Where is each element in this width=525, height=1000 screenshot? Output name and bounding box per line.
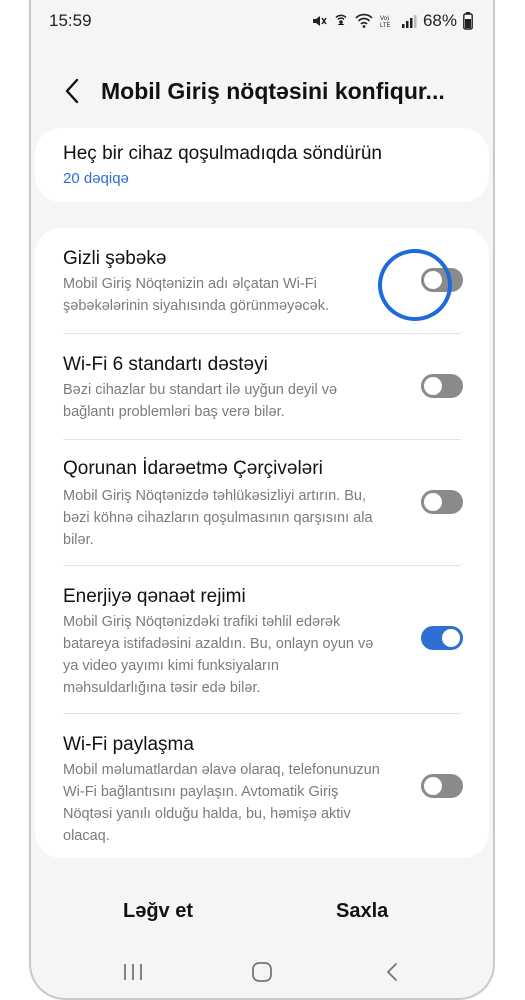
wifi-icon <box>355 12 373 30</box>
toggle-knob <box>424 777 442 795</box>
timeout-setting[interactable]: Heç bir cihaz qoşulmadıqda söndürün 20 d… <box>35 128 489 202</box>
setting-desc: Mobil Giriş Nöqtənizdəki trafiki təhlil … <box>63 614 374 696</box>
save-button[interactable]: Saxla <box>336 900 388 923</box>
recent-apps-button[interactable] <box>119 958 147 986</box>
back-button[interactable] <box>57 76 87 106</box>
setting-hidden-network[interactable]: Gizli şəbəkə Mobil Giriş Nöqtənizin adı … <box>35 228 489 332</box>
toggle-knob <box>424 377 442 395</box>
home-button[interactable] <box>248 958 276 986</box>
setting-protected-frames[interactable]: Qorunan İdarəetmə Çərçivələri Mobil Giri… <box>35 440 489 566</box>
setting-desc: Mobil Giriş Nöqtənizin adı əlçatan Wi-Fi… <box>63 276 329 314</box>
hidden-network-toggle[interactable] <box>421 268 463 292</box>
nav-back-icon <box>386 963 397 981</box>
volte-icon: Vo) LTE <box>379 12 395 30</box>
status-icons: Vo) LTE 68% <box>311 11 473 31</box>
mute-icon <box>311 12 327 30</box>
bottom-actions: Ləğv et Saxla <box>31 890 493 938</box>
home-icon <box>252 962 272 982</box>
svg-text:LTE: LTE <box>380 23 391 29</box>
cancel-button[interactable]: Ləğv et <box>123 900 193 923</box>
wifi6-toggle[interactable] <box>421 374 463 398</box>
status-bar: 15:59 Vo) LTE 68% <box>31 0 493 44</box>
setting-wifi6[interactable]: Wi-Fi 6 standartı dəstəyi Bəzi cihazlar … <box>35 334 489 438</box>
nav-back-button[interactable] <box>378 958 406 986</box>
setting-title: Wi-Fi 6 standartı dəstəyi <box>63 354 268 375</box>
battery-text: 68% <box>422 11 457 30</box>
power-saving-toggle[interactable] <box>421 626 463 650</box>
timeout-title: Heç bir cihaz qoşulmadıqda söndürün <box>63 143 382 164</box>
setting-desc: Mobil Giriş Nöqtənizdə təhlükəsizliyi ar… <box>63 488 373 548</box>
battery-icon <box>463 12 473 30</box>
header: Mobil Giriş nöqtəsini konfiqur... <box>31 66 493 116</box>
setting-title: Gizli şəbəkə <box>63 248 167 269</box>
svg-text:Vo): Vo) <box>380 16 389 22</box>
toggle-knob <box>424 271 442 289</box>
page-title: Mobil Giriş nöqtəsini konfiqur... <box>101 78 445 104</box>
phone-frame: 15:59 Vo) LTE 68% Mobil Giriş nöqtəsini … <box>29 0 495 1000</box>
toggle-knob <box>442 629 460 647</box>
protected-frames-toggle[interactable] <box>421 490 463 514</box>
signal-icon <box>401 12 417 30</box>
setting-title: Enerjiyə qənaət rejimi <box>63 586 246 607</box>
setting-desc: Bəzi cihazlar bu standart ilə uyğun deyi… <box>63 382 338 420</box>
setting-title: Qorunan İdarəetmə Çərçivələri <box>63 458 323 479</box>
recent-apps-icon <box>124 964 142 980</box>
timeout-value: 20 dəqiqə <box>63 170 129 187</box>
setting-title: Wi-Fi paylaşma <box>63 734 194 755</box>
settings-card: Gizli şəbəkə Mobil Giriş Nöqtənizin adı … <box>35 228 489 858</box>
setting-power-saving[interactable]: Enerjiyə qənaət rejimi Mobil Giriş Nöqtə… <box>35 566 489 714</box>
hotspot-icon <box>333 12 349 30</box>
wifi-sharing-toggle[interactable] <box>421 774 463 798</box>
status-time: 15:59 <box>49 11 92 30</box>
toggle-knob <box>424 493 442 511</box>
nav-bar <box>31 950 493 994</box>
chevron-left-icon <box>65 78 79 104</box>
setting-desc: Mobil məlumatlardan əlavə olaraq, telefo… <box>63 762 380 844</box>
setting-wifi-sharing[interactable]: Wi-Fi paylaşma Mobil məlumatlardan əlavə… <box>35 714 489 858</box>
